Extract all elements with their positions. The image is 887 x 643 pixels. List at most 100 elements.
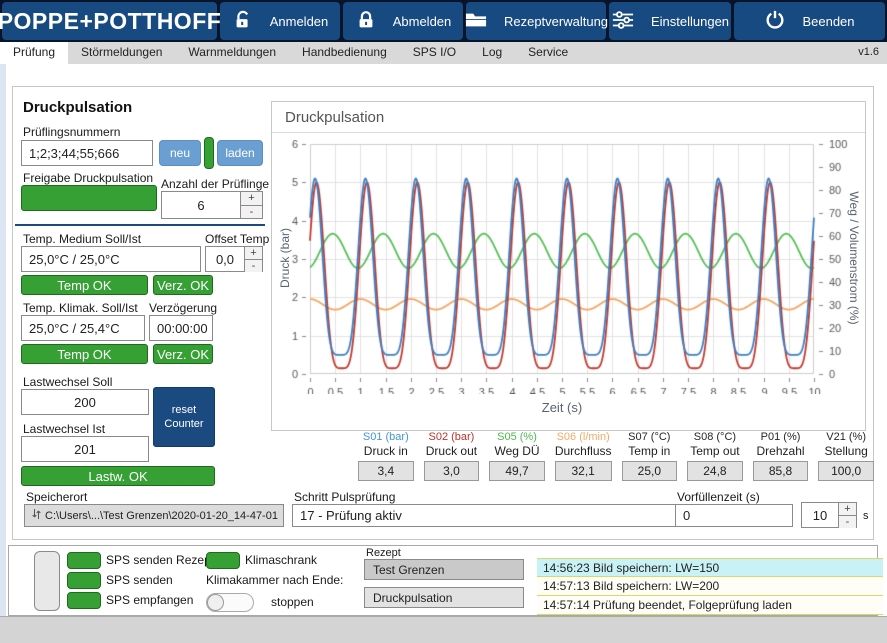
sensor-p01: P01 (%) Drehzahl 85,8 (752, 431, 809, 481)
tab-handbedienung[interactable]: Handbedienung (289, 42, 400, 64)
sensor-id-label: S07 (°C) (628, 431, 671, 443)
lastwechsel-ok-indicator: Lastw. OK (21, 466, 215, 486)
temp-klimak-label: Temp. Klimak. Soll/Ist (23, 301, 138, 315)
vorfuellzeit-input[interactable]: 0 (675, 504, 793, 527)
offset-temp-label: Offset Temp (205, 232, 270, 246)
temp-klimak-verz-ok-indicator: Verz. OK (153, 344, 213, 364)
anzahl-spinner: 6 + - (161, 191, 263, 219)
sensor-s07: S07 (°C) Temp in 25,0 (621, 431, 678, 481)
tab-service[interactable]: Service (515, 42, 581, 64)
sensor-value: 49,7 (489, 461, 545, 481)
klimaschrank-indicator (206, 552, 240, 569)
panel-title: Druckpulsation (23, 99, 133, 116)
status-handle (34, 551, 60, 611)
vorfuell-decrement-button[interactable]: - (839, 516, 856, 528)
klimakammer-state-label: stoppen (271, 595, 314, 609)
chart-title: Druckpulsation (272, 102, 865, 133)
anzahl-increment-button[interactable]: + (241, 192, 262, 206)
app-window: POPPE+POTTHOFF Anmelden Abmelden Rezeptv… (0, 0, 887, 643)
window-edge (0, 64, 6, 616)
title-bar: POPPE+POTTHOFF Anmelden Abmelden Rezeptv… (0, 0, 887, 42)
tab-prüfung[interactable]: Prüfung (0, 42, 69, 64)
event-log[interactable]: 14:56:23 Bild speichern: LW=150 14:57:13 … (537, 558, 883, 615)
sps-senden-rezept-indicator (67, 552, 101, 569)
tab-sps-i-o[interactable]: SPS I/O (400, 42, 469, 64)
prueflingsnummern-label: Prüflingsnummern (23, 125, 121, 139)
klimakammer-toggle[interactable] (206, 593, 254, 612)
sensor-id-label: S05 (%) (497, 431, 537, 443)
version-label: v1.6 (858, 46, 879, 58)
tab-log[interactable]: Log (469, 42, 515, 64)
sensor-s06: S06 (l/min) Durchfluss 32,1 (554, 431, 612, 481)
vorfuellzeit-spinner: 10 + - (801, 502, 857, 528)
vorfuell-increment-button[interactable]: + (839, 503, 856, 516)
sensor-id-label: V21 (%) (826, 431, 867, 443)
sensor-name-label: Drehzahl (756, 444, 805, 458)
anzahl-label: Anzahl der Prüflinge (161, 177, 270, 191)
sps-senden-indicator (67, 572, 101, 589)
log-entry[interactable]: 14:57:13 Bild speichern: LW=200 (537, 577, 883, 596)
anzahl-value[interactable]: 6 (162, 192, 240, 218)
power-icon (764, 9, 786, 34)
window-footer (0, 616, 887, 643)
prueflingsnummern-input[interactable]: 1;2;3;44;55;666 (21, 140, 153, 166)
lastwechsel-soll-label: Lastwechsel Soll (23, 375, 113, 389)
rezeptverwaltung-button[interactable]: Rezeptverwaltung (465, 2, 608, 40)
temp-medium-input[interactable]: 25,0°C / 25,0°C (21, 246, 201, 272)
offset-decrement-button[interactable]: - (245, 260, 262, 272)
sensor-value: 25,0 (621, 461, 678, 481)
temp-medium-verz-ok-indicator: Verz. OK (153, 275, 213, 295)
lastwechsel-soll-input[interactable]: 200 (21, 389, 149, 415)
main-panel: Druckpulsation Prüflingsnummern 1;2;3;44… (12, 86, 874, 540)
offset-temp-spinner: 0,0 + - (205, 246, 263, 272)
schritt-field[interactable]: 17 - Prüfung aktiv (292, 504, 680, 527)
verzoegerung-input[interactable]: 00:00:00 (149, 315, 213, 341)
sensor-s01: S01 (bar) Druck in 3,4 (358, 431, 414, 481)
sensor-value: 3,0 (423, 461, 480, 481)
log-entry[interactable]: 14:56:23 Bild speichern: LW=150 (537, 558, 883, 577)
sensor-readouts: S01 (bar) Druck in 3,4 S02 (bar) Druck out 3,… (358, 431, 874, 481)
anmelden-button[interactable]: Anmelden (220, 2, 340, 40)
temp-klimak-input[interactable]: 25,0°C / 25,4°C (21, 315, 145, 341)
schritt-label: Schritt Pulsprüfung (294, 490, 396, 504)
brand-logo: POPPE+POTTHOFF (0, 2, 221, 40)
pulsation-chart (278, 140, 861, 394)
sensor-value: 85,8 (752, 461, 809, 481)
sensor-s02: S02 (bar) Druck out 3,0 (423, 431, 480, 481)
status-bar: SPS senden Rezept SPS senden SPS empfang… (8, 545, 883, 616)
recipe-status-indicator (204, 137, 214, 169)
beenden-button[interactable]: Beenden (734, 2, 885, 40)
log-entry[interactable]: 14:57:14 Prüfung beendet, Folgeprüfung l… (537, 596, 883, 615)
toggle-knob (207, 594, 224, 611)
speicherort-field[interactable]: C:\Users\...\Test Grenzen\2020-01-20_14-… (24, 504, 284, 527)
tab-warnmeldungen[interactable]: Warnmeldungen (175, 42, 289, 64)
neu-button[interactable]: neu (159, 140, 201, 166)
sensor-value: 32,1 (554, 461, 612, 481)
freigabe-label: Freigabe Druckpulsation (23, 171, 154, 185)
offset-increment-button[interactable]: + (245, 247, 262, 260)
offset-temp-value[interactable]: 0,0 (206, 247, 244, 271)
speicherort-label: Speicherort (26, 490, 88, 504)
abmelden-button[interactable]: Abmelden (343, 2, 463, 40)
laden-button[interactable]: laden (217, 140, 263, 166)
lastwechsel-ist-input[interactable]: 201 (21, 436, 149, 462)
sensor-name-label: Temp in (628, 444, 671, 458)
reset-counter-button[interactable]: reset Counter (153, 387, 215, 447)
anzahl-decrement-button[interactable]: - (241, 205, 262, 218)
klimaschrank-label: Klimaschrank (245, 553, 318, 567)
rezept-label: Rezept (366, 547, 401, 559)
sensor-value: 24,8 (687, 461, 743, 481)
vorfuellzeit-spinner-value[interactable]: 10 (802, 503, 838, 527)
sensor-name-label: Weg DÜ (494, 444, 540, 458)
sliders-icon (611, 9, 635, 34)
temp-medium-ok-indicator: Temp OK (21, 275, 148, 295)
sps-senden-label: SPS senden (106, 573, 173, 587)
tab-störmeldungen[interactable]: Störmeldungen (68, 42, 175, 64)
unlock-icon (232, 9, 254, 34)
verzoegerung-label: Verzögerung (149, 301, 218, 315)
sensor-id-label: S08 (°C) (693, 431, 737, 443)
rezept-name-field[interactable]: Test Grenzen (364, 559, 524, 580)
sensor-id-label: S02 (bar) (428, 431, 475, 443)
rezept-type-field[interactable]: Druckpulsation (364, 587, 524, 608)
einstellungen-button[interactable]: Einstellungen (609, 2, 731, 40)
